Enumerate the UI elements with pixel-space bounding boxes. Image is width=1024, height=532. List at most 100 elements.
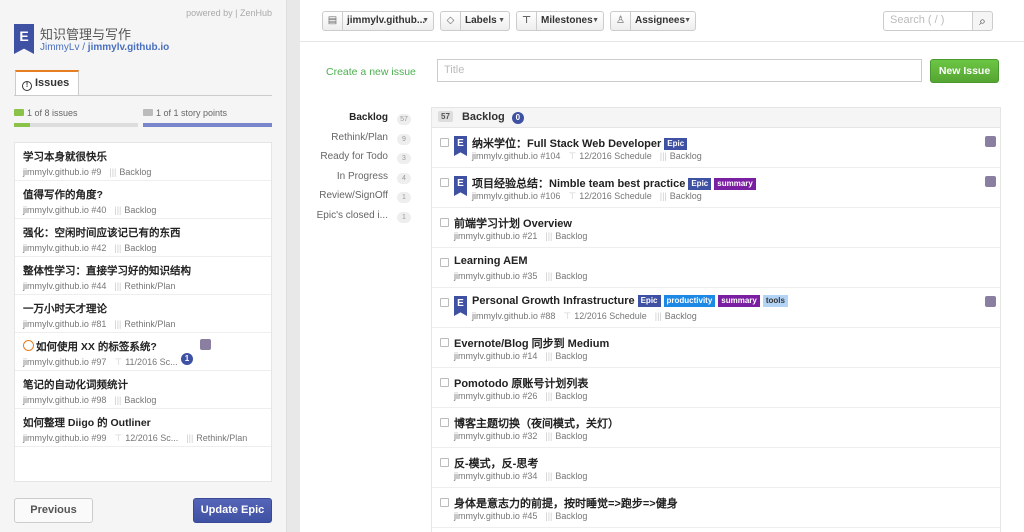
epic-issue-row[interactable]: 如何整理 Diigo 的 Outliner jimmylv.github.io #… [15, 409, 271, 447]
issue-title-text[interactable]: 值得写作的角度? [23, 189, 103, 201]
search-input[interactable]: Search ( / ) [883, 11, 973, 31]
issue-card[interactable]: 前端学习计划 Overview jimmylv.github.io #21 ||| B… [432, 208, 1000, 248]
update-epic-button[interactable]: Update Epic [193, 498, 272, 523]
pipeline-item[interactable]: Rethink/Plan [300, 132, 388, 143]
issue-title-text[interactable]: Evernote/Blog 同步到 Medium [454, 338, 609, 350]
epic-issue-row[interactable]: 笔记的自动化词频统计 jimmylv.github.io #98 ||| Backlo… [15, 371, 271, 409]
issue-title-text[interactable]: 纳米学位：Full Stack Web Developer [472, 138, 661, 150]
issue-title-text[interactable]: Pomotodo 原账号计划列表 [454, 378, 588, 390]
issue-title[interactable]: 如何使用 XX 的标签系统? [23, 339, 263, 354]
pipeline-item[interactable]: Ready for Todo [300, 151, 388, 162]
issue-title[interactable]: 整体性学习：直接学习好的知识结构 [23, 263, 263, 278]
avatar[interactable] [985, 296, 996, 307]
label-epic[interactable]: Epic [664, 138, 688, 150]
label-summary[interactable]: summary [718, 295, 760, 307]
issue-card[interactable]: E 项目经验总结：Nimble team best practice Epic sum… [432, 168, 1000, 208]
epic-issue-row[interactable]: 值得写作的角度? jimmylv.github.io #40 ||| Backlog [15, 181, 271, 219]
issue-title-text[interactable]: 前端学习计划 Overview [454, 218, 572, 230]
epic-issue-row[interactable]: 如何使用 XX 的标签系统? jimmylv.github.io #97 ⊤ 11/2… [15, 333, 271, 371]
select-checkbox[interactable] [440, 498, 449, 507]
epic-issue-row[interactable]: 一万小时天才理论 jimmylv.github.io #81 ||| Rethink/… [15, 295, 271, 333]
create-issue-link[interactable]: Create a new issue [326, 66, 416, 78]
select-checkbox[interactable] [440, 458, 449, 467]
issue-card[interactable]: E 纳米学位：Full Stack Web Developer Epic jimmyl… [432, 128, 1000, 168]
issue-title[interactable]: 如何整理 Diigo 的 Outliner [23, 415, 263, 430]
select-checkbox[interactable] [440, 218, 449, 227]
new-issue-button[interactable]: New Issue [930, 59, 999, 83]
issue-card[interactable]: 身体是意志力的前提，按时睡觉=>跑步=>健身 jimmylv.github.io … [432, 488, 1000, 528]
issue-title-text[interactable]: 身体是意志力的前提，按时睡觉=>跑步=>健身 [454, 498, 678, 510]
previous-button[interactable]: Previous [14, 498, 93, 523]
avatar[interactable] [985, 136, 996, 147]
issue-card[interactable]: 博客主题切换（夜间模式，关灯） jimmylv.github.io #32 ||| B… [432, 408, 1000, 448]
avatar[interactable] [985, 176, 996, 187]
select-checkbox[interactable] [440, 178, 449, 187]
epic-repo[interactable]: jimmylv.github.io [88, 42, 169, 53]
issue-title[interactable]: Learning AEM [454, 255, 528, 267]
epic-owner[interactable]: JimmyLv [40, 42, 79, 53]
issue-title[interactable]: 反-模式，反-思考 [454, 455, 538, 471]
pipeline-item[interactable]: Review/SignOff [300, 190, 388, 201]
issue-title[interactable]: 博客主题切换（夜间模式，关灯） [454, 415, 619, 431]
select-checkbox[interactable] [440, 298, 449, 307]
issue-title-input[interactable]: Title [437, 59, 922, 82]
label-tools[interactable]: tools [762, 295, 788, 307]
label-epic[interactable]: Epic [688, 178, 712, 190]
tab-issues[interactable]: ! Issues [15, 70, 79, 96]
select-checkbox[interactable] [440, 258, 449, 267]
issue-title[interactable]: Evernote/Blog 同步到 Medium [454, 335, 609, 351]
issue-title-text[interactable]: 博客主题切换（夜间模式，关灯） [454, 418, 619, 430]
avatar[interactable] [200, 339, 211, 350]
issue-pipeline: Backlog [555, 271, 588, 281]
issue-card[interactable]: Pomotodo 原账号计划列表 jimmylv.github.io #26 |||… [432, 368, 1000, 408]
issue-title-text[interactable]: 一万小时天才理论 [23, 303, 107, 315]
issue-title-text[interactable]: 如何整理 Diigo 的 Outliner [23, 417, 151, 429]
epic-issue-row[interactable]: 整体性学习：直接学习好的知识结构 jimmylv.github.io #44 |||… [15, 257, 271, 295]
issue-title[interactable]: 身体是意志力的前提，按时睡觉=>跑步=>健身 [454, 495, 678, 511]
epic-issue-row[interactable]: 学习本身就很快乐 jimmylv.github.io #9 ||| Backlog [15, 143, 271, 181]
select-checkbox[interactable] [440, 378, 449, 387]
pipeline-item[interactable]: Backlog [300, 112, 388, 123]
label-summary[interactable]: summary [714, 178, 756, 190]
label-productivity[interactable]: productivity [663, 295, 716, 307]
labels-filter-button[interactable]: ◇ Labels ▼ [440, 11, 510, 31]
select-checkbox[interactable] [440, 338, 449, 347]
epic-repo-link[interactable]: JimmyLv / jimmylv.github.io [40, 42, 169, 53]
search-icon[interactable]: ⌕ [972, 11, 993, 31]
issue-title-text[interactable]: 学习本身就很快乐 [23, 151, 107, 163]
issue-title[interactable]: 值得写作的角度? [23, 187, 263, 202]
issue-title[interactable]: 项目经验总结：Nimble team best practice Epic summ… [472, 175, 756, 191]
label-epic[interactable]: Epic [637, 295, 661, 307]
issue-title[interactable]: 学习本身就很快乐 [23, 149, 263, 164]
select-checkbox[interactable] [440, 418, 449, 427]
issue-card[interactable]: E Personal Growth Infrastructure Epic produ… [432, 288, 1000, 328]
repo-filter-button[interactable]: ▤ jimmylv.github... ▼ [322, 11, 434, 31]
issue-card[interactable]: 反-模式，反-思考 jimmylv.github.io #34 ||| Backlog [432, 448, 1000, 488]
issue-title[interactable]: 前端学习计划 Overview [454, 215, 572, 231]
issue-repo-number: jimmylv.github.io #21 [454, 231, 538, 241]
milestones-filter-button[interactable]: ⊤ Milestones ▼ [516, 11, 604, 31]
issue-title-text[interactable]: 整体性学习：直接学习好的知识结构 [23, 265, 191, 277]
issue-title-text[interactable]: Learning AEM [454, 255, 528, 267]
issue-card[interactable]: Learning AEM jimmylv.github.io #35 ||| Back… [432, 248, 1000, 288]
issue-title[interactable]: 笔记的自动化词频统计 [23, 377, 263, 392]
select-checkbox[interactable] [440, 138, 449, 147]
issue-title-text[interactable]: Personal Growth Infrastructure [472, 295, 635, 307]
issue-title[interactable]: 一万小时天才理论 [23, 301, 263, 316]
tag-icon: ◇ [441, 12, 461, 30]
issue-card[interactable]: Evernote/Blog 同步到 Medium jimmylv.github.i… [432, 328, 1000, 368]
issue-title-text[interactable]: 反-模式，反-思考 [454, 458, 538, 470]
issue-title-text[interactable]: 强化：空闲时间应该记已有的东西 [23, 227, 181, 239]
pipeline-item[interactable]: Epic's closed i... [300, 210, 388, 221]
issue-title-text[interactable]: 项目经验总结：Nimble team best practice [472, 178, 685, 190]
assignees-filter-button[interactable]: ♙ Assignees ▼ [610, 11, 696, 31]
pipeline-item[interactable]: In Progress [300, 171, 388, 182]
powered-by[interactable]: powered by | ZenHub [186, 8, 272, 18]
issue-title[interactable]: 纳米学位：Full Stack Web Developer Epic [472, 135, 688, 151]
issue-title[interactable]: 强化：空闲时间应该记已有的东西 [23, 225, 263, 240]
issue-title-text[interactable]: 如何使用 XX 的标签系统? [36, 341, 157, 353]
issue-title[interactable]: Personal Growth Infrastructure Epic produc… [472, 295, 788, 307]
epic-issue-row[interactable]: 强化：空闲时间应该记已有的东西 jimmylv.github.io #42 ||| B… [15, 219, 271, 257]
issue-title-text[interactable]: 笔记的自动化词频统计 [23, 379, 128, 391]
issue-title[interactable]: Pomotodo 原账号计划列表 [454, 375, 588, 391]
